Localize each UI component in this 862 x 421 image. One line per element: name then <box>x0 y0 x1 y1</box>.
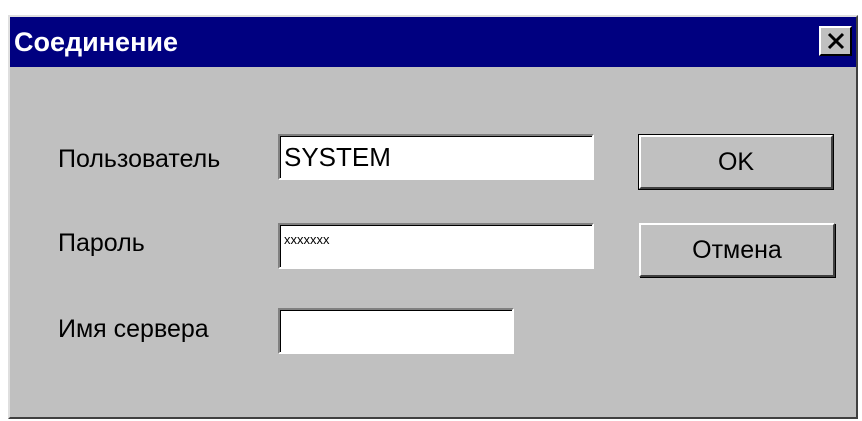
cancel-button[interactable]: Отмена <box>639 223 835 277</box>
user-label: Пользователь <box>58 145 221 173</box>
ok-button[interactable]: OK <box>638 134 834 190</box>
password-label: Пароль <box>58 229 145 257</box>
user-input[interactable] <box>278 134 594 180</box>
title-bar[interactable]: Соединение <box>10 17 856 67</box>
close-icon <box>827 32 845 50</box>
server-input[interactable] <box>278 308 514 354</box>
close-button[interactable] <box>819 26 852 56</box>
server-label: Имя сервера <box>58 315 209 343</box>
password-input[interactable] <box>278 223 594 269</box>
dialog-title: Соединение <box>14 27 178 57</box>
connection-dialog: Соединение Пользователь Пароль Имя серве… <box>8 15 858 419</box>
